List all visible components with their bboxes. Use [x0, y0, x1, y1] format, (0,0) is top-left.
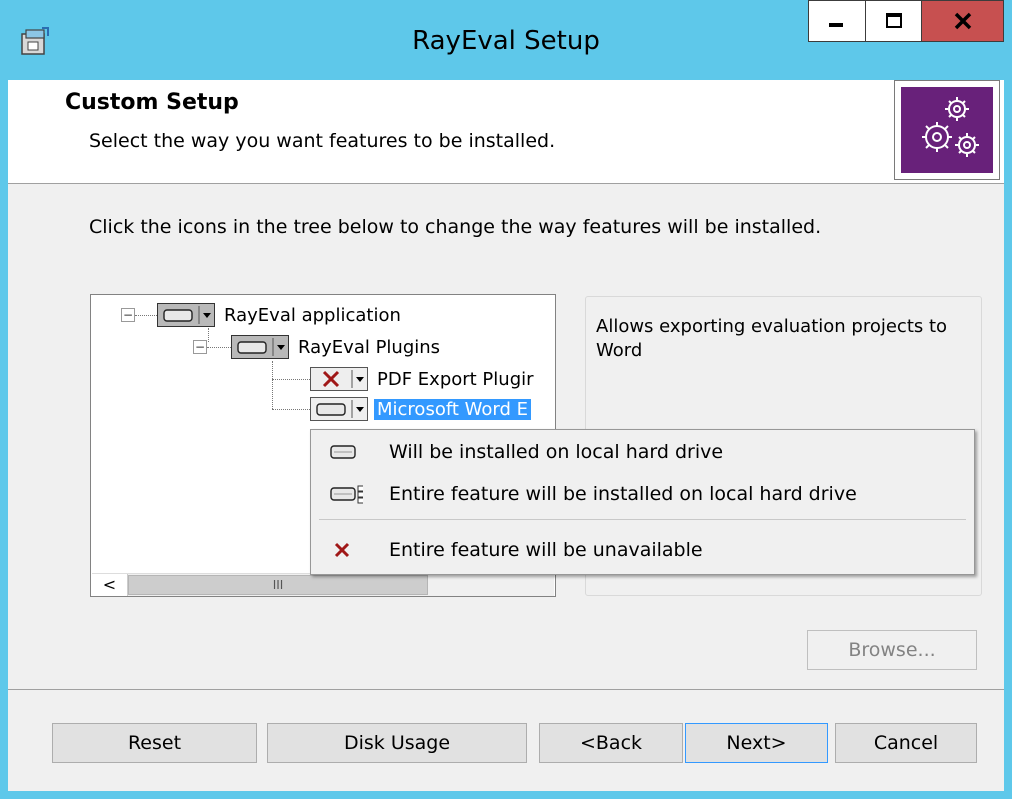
feature-state-button[interactable] [231, 335, 289, 359]
maximize-icon [885, 13, 902, 28]
feature-state-button[interactable] [310, 397, 368, 421]
tree-item-label[interactable]: RayEval Plugins [295, 337, 443, 358]
tree-item-label[interactable]: PDF Export Plugir [374, 369, 537, 390]
feature-state-button[interactable] [310, 367, 368, 391]
header-logo [894, 80, 1000, 180]
red-x-icon [323, 538, 363, 562]
collapse-icon[interactable]: − [193, 340, 207, 354]
drive-entire-icon [323, 482, 363, 506]
disk-usage-button[interactable]: Disk Usage [267, 723, 527, 763]
drive-dropdown-icon [237, 338, 285, 356]
gears-icon [922, 97, 979, 157]
drive-dropdown-icon [316, 400, 364, 418]
close-button[interactable] [922, 0, 1004, 42]
setup-window: RayEval Setup Custom Setup Select the wa… [0, 0, 1012, 799]
drive-dropdown-icon [163, 306, 211, 324]
tree-item-label-selected[interactable]: Microsoft Word E [374, 398, 531, 420]
title-bar: RayEval Setup [0, 0, 1012, 80]
maximize-button[interactable] [866, 0, 922, 42]
install-options-menu: Will be installed on local hard drive En… [310, 429, 975, 575]
menu-item-label: Will be installed on local hard drive [389, 441, 724, 463]
page-subtitle: Select the way you want features to be i… [89, 130, 556, 152]
feature-description: Allows exporting evaluation projects to … [596, 316, 948, 361]
back-button[interactable]: <Back [539, 723, 683, 763]
dialog-client-area: Custom Setup Select the way you want fea… [8, 80, 1004, 791]
menu-item-unavailable[interactable]: Entire feature will be unavailable [313, 532, 972, 568]
menu-separator [319, 519, 966, 520]
header-banner: Custom Setup Select the way you want fea… [8, 80, 1004, 184]
tree-item: − RayEval Plugins [193, 333, 443, 361]
tree-item-label[interactable]: RayEval application [221, 305, 404, 326]
browse-button[interactable]: Browse... [807, 630, 977, 670]
collapse-icon[interactable]: − [121, 308, 135, 322]
instructions-text: Click the icons in the tree below to cha… [89, 216, 822, 238]
menu-item-label: Entire feature will be unavailable [389, 539, 703, 561]
minimize-icon [829, 23, 843, 27]
tree-item: PDF Export Plugir [272, 365, 537, 393]
drive-icon [323, 440, 363, 464]
menu-item-install-entire[interactable]: Entire feature will be installed on loca… [313, 476, 972, 512]
horizontal-scrollbar[interactable]: < III [92, 573, 554, 596]
red-x-dropdown-icon [322, 370, 364, 388]
menu-item-label: Entire feature will be installed on loca… [389, 483, 857, 505]
footer-divider [8, 689, 1004, 690]
tree-item: Microsoft Word E [272, 395, 531, 423]
close-icon [954, 12, 971, 30]
page-title: Custom Setup [65, 90, 239, 115]
tree-item: − RayEval application [121, 301, 404, 329]
cancel-button[interactable]: Cancel [835, 723, 977, 763]
minimize-button[interactable] [808, 0, 866, 42]
next-button[interactable]: Next> [685, 723, 828, 763]
scroll-left-button[interactable]: < [92, 574, 128, 596]
feature-state-button[interactable] [157, 303, 215, 327]
reset-button[interactable]: Reset [52, 723, 257, 763]
menu-item-install-local[interactable]: Will be installed on local hard drive [313, 434, 972, 470]
scroll-thumb[interactable]: III [128, 575, 428, 595]
